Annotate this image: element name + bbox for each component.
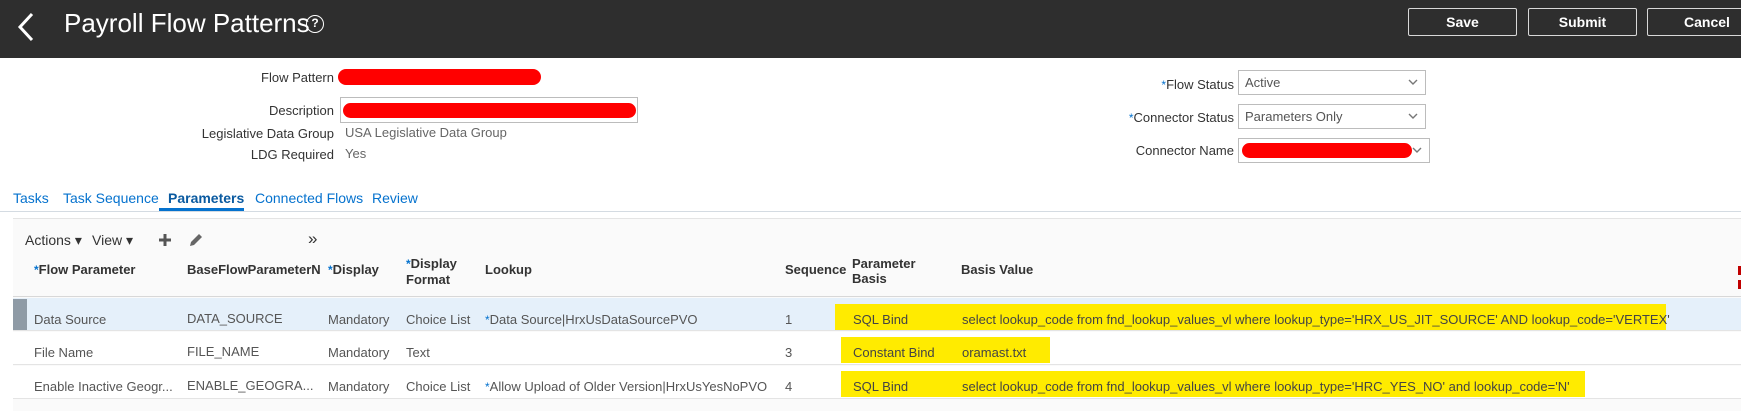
- description-label: Description: [268, 103, 334, 118]
- display-cell: Mandatory: [328, 379, 390, 394]
- base-flow-parameter-cell: ENABLE_GEOGRA...: [187, 378, 314, 393]
- tab-tasks[interactable]: Tasks: [13, 190, 49, 206]
- tab-review[interactable]: Review: [372, 190, 418, 206]
- ldg-value: USA Legislative Data Group: [345, 125, 507, 140]
- actions-menu[interactable]: Actions ▾: [25, 232, 82, 249]
- sequence-cell: 4: [785, 379, 793, 394]
- caret-down-icon: ▾: [125, 232, 134, 248]
- display-format-cell: Choice List: [406, 312, 471, 327]
- parameter-basis-cell: SQL Bind: [853, 379, 909, 394]
- page-title: Payroll Flow Patterns: [64, 8, 310, 38]
- lookup-cell: *Data Source|HrxUsDataSourcePVO: [485, 312, 698, 327]
- basis-value-cell: select lookup_code from fnd_lookup_value…: [962, 312, 1670, 327]
- ldg-label: Legislative Data Group: [201, 126, 334, 141]
- cancel-button[interactable]: Cancel: [1647, 8, 1741, 36]
- flow-status-value: Active: [1245, 75, 1281, 90]
- basis-value-cell: oramast.txt: [962, 345, 1027, 360]
- display-cell: Mandatory: [328, 345, 390, 360]
- edit-pencil-icon[interactable]: [187, 231, 205, 249]
- add-icon[interactable]: [157, 232, 173, 248]
- column-header-parameter-basis[interactable]: Parameter Basis: [852, 256, 916, 286]
- ldg-required-label: LDG Required: [250, 147, 334, 162]
- flow-status-select[interactable]: Active: [1238, 70, 1426, 95]
- connector-name-select[interactable]: [1238, 138, 1430, 163]
- column-header-display[interactable]: *Display: [328, 262, 379, 278]
- flow-parameter-cell: File Name: [34, 345, 94, 360]
- back-arrow-icon[interactable]: [12, 9, 42, 45]
- connector-status-select[interactable]: Parameters Only: [1238, 104, 1426, 129]
- flow-parameter-cell: Data Source: [34, 312, 107, 327]
- row-selection-handle: [13, 299, 27, 330]
- chevron-down-icon: [1412, 147, 1422, 153]
- flow-pattern-label: Flow Pattern: [261, 70, 334, 85]
- parameter-basis-cell: SQL Bind: [853, 312, 909, 327]
- tab-divider: [0, 211, 1741, 212]
- column-header-flow-parameter[interactable]: *Flow Parameter: [34, 262, 136, 278]
- basis-value-cell: select lookup_code from fnd_lookup_value…: [962, 379, 1570, 394]
- caret-down-icon: ▾: [74, 232, 82, 248]
- flow-status-label: *Flow Status: [1161, 77, 1234, 92]
- ldg-required-value: Yes: [345, 146, 367, 161]
- description-value-redacted: [343, 103, 636, 118]
- parameter-basis-cell: Constant Bind: [853, 345, 935, 360]
- tab-parameters[interactable]: Parameters: [168, 190, 244, 206]
- base-flow-parameter-cell: DATA_SOURCE: [187, 311, 283, 326]
- display-format-cell: Text: [406, 345, 430, 360]
- column-header-lookup[interactable]: Lookup: [485, 262, 532, 277]
- save-button[interactable]: Save: [1408, 8, 1517, 36]
- connector-status-value: Parameters Only: [1245, 109, 1343, 124]
- connector-status-label: *Connector Status: [1128, 110, 1234, 125]
- sequence-cell: 3: [785, 345, 793, 360]
- tab-task-sequence[interactable]: Task Sequence: [63, 190, 159, 206]
- display-format-cell: Choice List: [406, 379, 471, 394]
- submit-button[interactable]: Submit: [1528, 8, 1637, 36]
- flow-pattern-value-redacted: [338, 69, 541, 85]
- description-field[interactable]: [340, 97, 638, 123]
- column-header-basis-value[interactable]: Basis Value: [961, 262, 1033, 277]
- column-header-base-flow-parameter[interactable]: BaseFlowParameterN: [187, 262, 321, 277]
- page-header: Payroll Flow Patterns ? Save Submit Canc…: [0, 0, 1741, 58]
- flow-parameter-cell: Enable Inactive Geogr...: [34, 379, 173, 394]
- base-flow-parameter-cell: FILE_NAME: [187, 344, 260, 359]
- connector-name-value-redacted: [1242, 143, 1412, 158]
- help-icon[interactable]: ?: [306, 15, 324, 33]
- sequence-cell: 1: [785, 312, 793, 327]
- chevron-down-icon: [1408, 113, 1418, 119]
- overflow-icon[interactable]: »: [308, 229, 317, 249]
- lookup-cell: *Allow Upload of Older Version|HrxUsYesN…: [485, 379, 768, 394]
- column-header-sequence[interactable]: Sequence: [785, 262, 846, 277]
- column-header-display-format[interactable]: *Display Format: [406, 256, 457, 287]
- view-menu[interactable]: View ▾: [92, 232, 133, 249]
- connector-name-label: Connector Name: [1135, 143, 1234, 158]
- chevron-down-icon: [1408, 79, 1418, 85]
- header-divider: [13, 296, 1741, 297]
- display-cell: Mandatory: [328, 312, 390, 327]
- tab-connected-flows[interactable]: Connected Flows: [255, 190, 363, 206]
